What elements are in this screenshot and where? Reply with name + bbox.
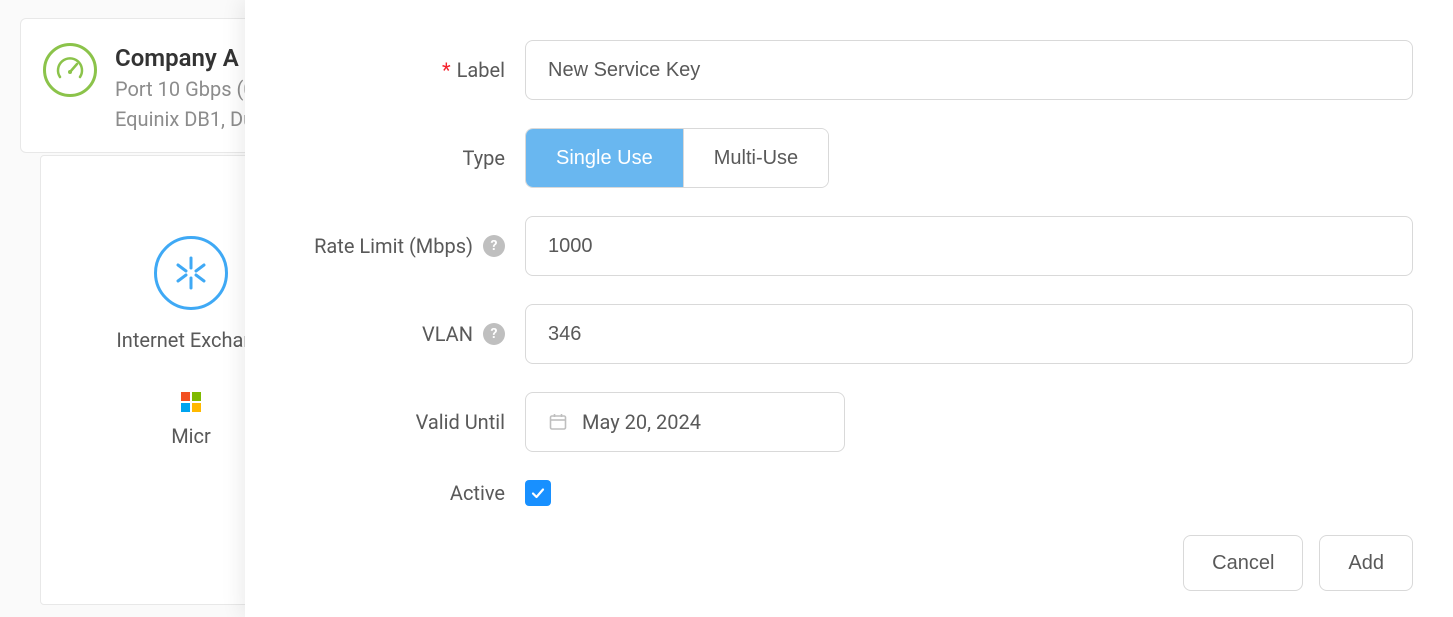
microsoft-icon: [181, 392, 201, 412]
type-single-use-button[interactable]: Single Use: [526, 129, 683, 187]
gauge-icon: [43, 43, 97, 97]
rate-limit-label: Rate Limit (Mbps): [314, 234, 473, 258]
add-button[interactable]: Add: [1319, 535, 1413, 591]
valid-until-value: May 20, 2024: [582, 410, 701, 434]
internet-exchange-icon: [154, 236, 228, 310]
help-icon[interactable]: ?: [483, 323, 505, 345]
required-marker: *: [442, 58, 451, 82]
label-label: Label: [457, 58, 505, 82]
modal-footer: Cancel Add: [1183, 535, 1413, 591]
calendar-icon: [548, 412, 568, 432]
cancel-button[interactable]: Cancel: [1183, 535, 1303, 591]
port-text: Company A Port 10 Gbps (0 Equinix DB1, D…: [115, 43, 255, 134]
valid-until-input[interactable]: May 20, 2024: [525, 392, 845, 452]
help-icon[interactable]: ?: [483, 235, 505, 257]
label-input[interactable]: [525, 40, 1413, 100]
vlan-input[interactable]: [525, 304, 1413, 364]
vlan-label: VLAN: [422, 322, 473, 346]
active-checkbox[interactable]: [525, 480, 551, 506]
port-subtitle-2: Equinix DB1, Du: [115, 104, 255, 134]
active-label: Active: [450, 481, 505, 505]
type-multi-use-button[interactable]: Multi-Use: [683, 129, 828, 187]
type-label: Type: [462, 146, 505, 170]
type-segmented-control: Single Use Multi-Use: [525, 128, 829, 188]
port-subtitle-1: Port 10 Gbps (0: [115, 74, 255, 104]
service-key-modal: * Label Type Single Use Multi-Use Rate L…: [245, 0, 1453, 617]
port-title: Company A: [115, 43, 255, 74]
rate-limit-input[interactable]: [525, 216, 1413, 276]
valid-until-label: Valid Until: [416, 410, 505, 434]
